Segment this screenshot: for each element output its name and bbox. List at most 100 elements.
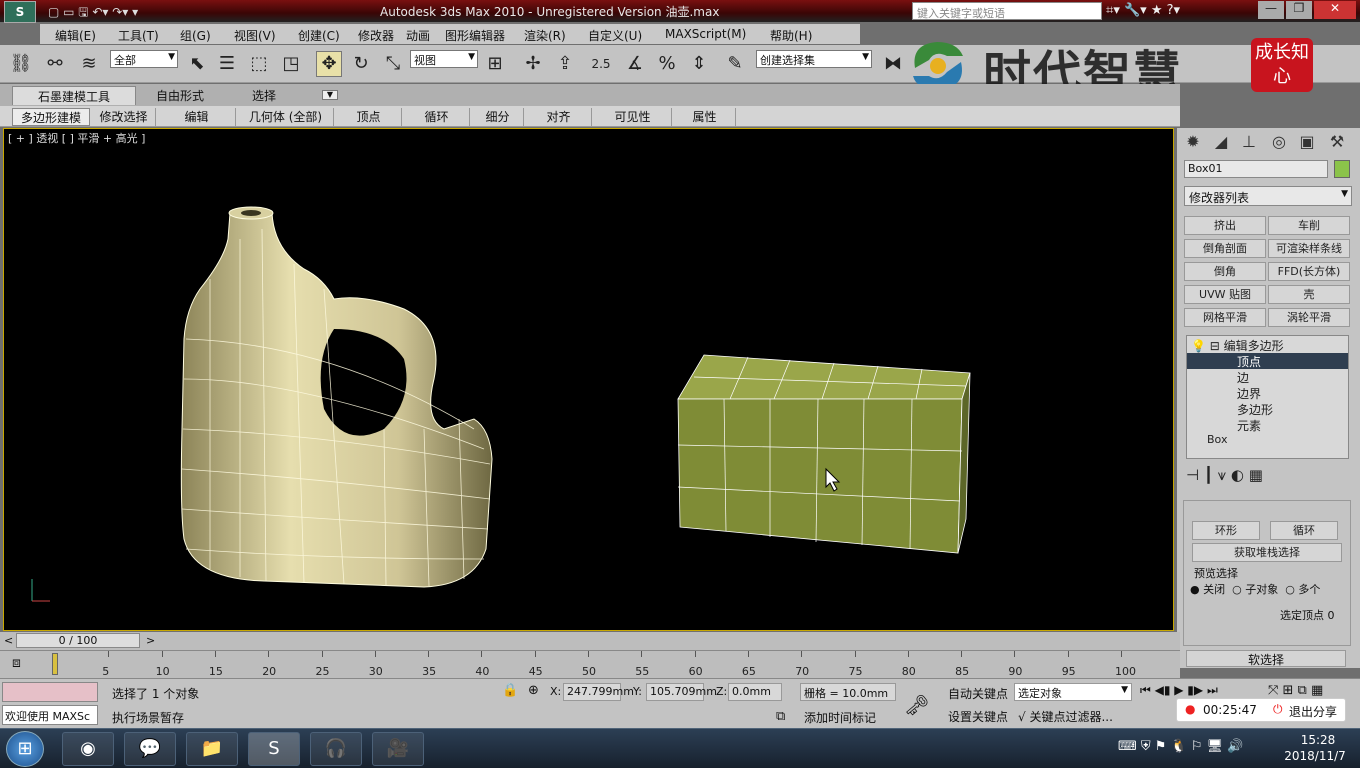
panel-vertices[interactable]: 顶点 (336, 108, 402, 126)
track-bar[interactable]: ⧈ 5 10 15 20 25 30 35 40 45 50 55 60 65 70 75 80 85 90 95 1… (0, 650, 1180, 678)
tab-graphite-modeling[interactable]: 石墨建模工具 (12, 86, 136, 105)
get-stack-selection-button[interactable]: 获取堆栈选择 (1192, 543, 1342, 562)
named-selection-select[interactable]: 创建选择集 ▼ (756, 50, 872, 68)
infocenter-icons[interactable]: ⌗▾ 🔧▾ ★ ?▾ (1106, 3, 1180, 18)
quick-access-toolbar[interactable]: ▢ ▭ 🖫 ↶▾ ↷▾ ▾ (48, 3, 138, 24)
mirror-icon[interactable]: ⧓ (880, 51, 906, 77)
maxscript-listener-color[interactable] (2, 682, 98, 702)
soft-selection-rollout[interactable]: 软选择 (1186, 650, 1346, 667)
uvw-map-button[interactable]: UVW 贴图 (1184, 285, 1266, 304)
maxscript-mini-listener[interactable]: 欢迎使用 MAXSc (2, 705, 98, 725)
utilities-tab-icon[interactable]: ⚒ (1325, 132, 1349, 154)
panel-loops[interactable]: 循环 (404, 108, 470, 126)
rect-selection-icon[interactable]: ⬚ (246, 51, 272, 77)
edit-named-selection-icon[interactable]: ✎ (722, 51, 748, 77)
taskbar-explorer-icon[interactable]: 📁 (186, 732, 238, 766)
preview-multi-radio[interactable]: ○ 多个 (1285, 583, 1320, 596)
exit-share-button[interactable]: 退出分享 (1289, 703, 1337, 720)
taskbar-app-chat-icon[interactable]: 💬 (124, 732, 176, 766)
panel-polygon-modeling[interactable]: 多边形建模 (12, 108, 90, 126)
tab-selection[interactable]: 选择 (244, 86, 284, 105)
menu-maxscript[interactable]: MAXScript(M) (665, 27, 746, 41)
help-search-input[interactable]: 键入关键字或短语 (912, 2, 1102, 20)
panel-visibility[interactable]: 可见性 (594, 108, 672, 126)
selection-filter-select[interactable]: 全部 ▼ (110, 50, 178, 68)
taskbar-app-browser-icon[interactable]: ◉ (62, 732, 114, 766)
link-icon[interactable]: ⛓ (8, 51, 34, 77)
time-tag-icon[interactable]: ⧉ (776, 709, 785, 724)
taskbar-camera-icon[interactable]: 🎥 (372, 732, 424, 766)
reference-coord-select[interactable]: 视图 ▼ (410, 50, 478, 68)
menu-create[interactable]: 创建(C) (298, 27, 340, 44)
create-tab-icon[interactable]: ✹ (1181, 132, 1205, 154)
spinner-snap-icon[interactable]: ⇕ (686, 51, 712, 77)
window-crossing-icon[interactable]: ◳ (278, 51, 304, 77)
panel-edit[interactable]: 编辑 (158, 108, 236, 126)
app-logo-icon[interactable]: S (4, 1, 36, 23)
key-filters-button[interactable]: √ 关键点过滤器... (1018, 708, 1113, 725)
shell-button[interactable]: 壳 (1268, 285, 1350, 304)
panel-geometry-all[interactable]: 几何体 (全部) (238, 108, 334, 126)
modifier-list-select[interactable]: 修改器列表 ▼ (1184, 186, 1352, 206)
stack-item-border[interactable]: 边界 (1187, 385, 1348, 401)
set-key-icon[interactable]: 🗝 (904, 693, 929, 717)
menu-edit[interactable]: 编辑(E) (55, 27, 96, 44)
snap-toggle-icon[interactable]: 2.5 (588, 51, 614, 77)
ffd-box-button[interactable]: FFD(长方体) (1268, 262, 1350, 281)
preview-subobject-radio[interactable]: ○ 子对象 (1232, 583, 1278, 596)
add-time-tag-button[interactable]: 添加时间标记 (804, 709, 876, 726)
bind-spacewarp-icon[interactable]: ≋ (76, 51, 102, 77)
turbosmooth-button[interactable]: 涡轮平滑 (1268, 308, 1350, 327)
object-name-input[interactable]: Box01 (1184, 160, 1328, 178)
stack-item-element[interactable]: 元素 (1187, 417, 1348, 433)
loop-button[interactable]: 循环 (1270, 521, 1338, 540)
viewport-nav-icons[interactable]: ⤧ ⊞ ⧉ ▦ (1268, 683, 1323, 698)
maximize-button[interactable]: ❐ (1286, 1, 1312, 19)
menu-animation[interactable]: 动画 (406, 27, 430, 44)
y-coordinate-field[interactable]: 105.709mm (646, 683, 717, 701)
motion-tab-icon[interactable]: ◎ (1267, 132, 1291, 154)
absolute-mode-icon[interactable]: ⊕ (528, 683, 539, 698)
panel-subdivision[interactable]: 细分 (472, 108, 524, 126)
select-by-name-icon[interactable]: ☰ (214, 51, 240, 77)
lathe-button[interactable]: 车削 (1268, 216, 1350, 235)
ribbon-dropdown-icon[interactable]: ▼ (322, 90, 338, 100)
pivot-center-icon[interactable]: ⊞ (482, 51, 508, 77)
bevel-profile-button[interactable]: 倒角剖面 (1184, 239, 1266, 258)
panel-modify-selection[interactable]: 修改选择 (92, 108, 156, 126)
renderable-spline-button[interactable]: 可渲染样条线 (1268, 239, 1350, 258)
menu-graph-editors[interactable]: 图形编辑器 (445, 27, 505, 44)
move-icon[interactable]: ✥ (316, 51, 342, 77)
panel-properties[interactable]: 属性 (674, 108, 736, 126)
angle-snap-icon[interactable]: ∡ (622, 51, 648, 77)
menu-group[interactable]: 组(G) (180, 27, 211, 44)
stack-tools[interactable]: ⊣ ┃ ⩛ ◐ ▦ (1186, 466, 1349, 488)
lightbulb-icon[interactable]: 💡 (1191, 339, 1206, 353)
menu-tools[interactable]: 工具(T) (118, 27, 159, 44)
time-next-icon[interactable]: > (146, 634, 155, 647)
tab-freeform[interactable]: 自由形式 (148, 86, 212, 105)
stack-item-polygon[interactable]: 多边形 (1187, 401, 1348, 417)
unlink-icon[interactable]: ⚯ (42, 51, 68, 77)
time-marker[interactable] (52, 653, 58, 675)
box01-model[interactable] (677, 354, 971, 554)
percent-snap-icon[interactable]: % (654, 51, 680, 77)
object-color-swatch[interactable] (1334, 160, 1350, 178)
mini-curve-editor-icon[interactable]: ⧈ (12, 655, 21, 671)
ring-button[interactable]: 环形 (1192, 521, 1260, 540)
set-key-button[interactable]: 设置关键点 (948, 708, 1008, 725)
key-mode-select[interactable]: 选定对象 ▼ (1014, 683, 1132, 701)
close-button[interactable]: ✕ (1314, 1, 1356, 19)
z-coordinate-field[interactable]: 0.0mm (728, 683, 782, 701)
hierarchy-tab-icon[interactable]: ⊥ (1237, 132, 1261, 154)
stack-item-vertex[interactable]: 顶点 (1187, 353, 1348, 369)
start-button[interactable]: ⊞ (6, 731, 44, 767)
menu-help[interactable]: 帮助(H) (770, 27, 812, 44)
keyboard-shortcut-icon[interactable]: ⇪ (552, 51, 578, 77)
playback-controls[interactable]: ⏮ ◀▮ ▶ ▮▶ ⏭ (1140, 683, 1218, 698)
menu-rendering[interactable]: 渲染(R) (524, 27, 566, 44)
time-prev-icon[interactable]: < (4, 634, 13, 647)
menu-modifiers[interactable]: 修改器 (358, 27, 394, 44)
bevel-button[interactable]: 倒角 (1184, 262, 1266, 281)
meshsmooth-button[interactable]: 网格平滑 (1184, 308, 1266, 327)
